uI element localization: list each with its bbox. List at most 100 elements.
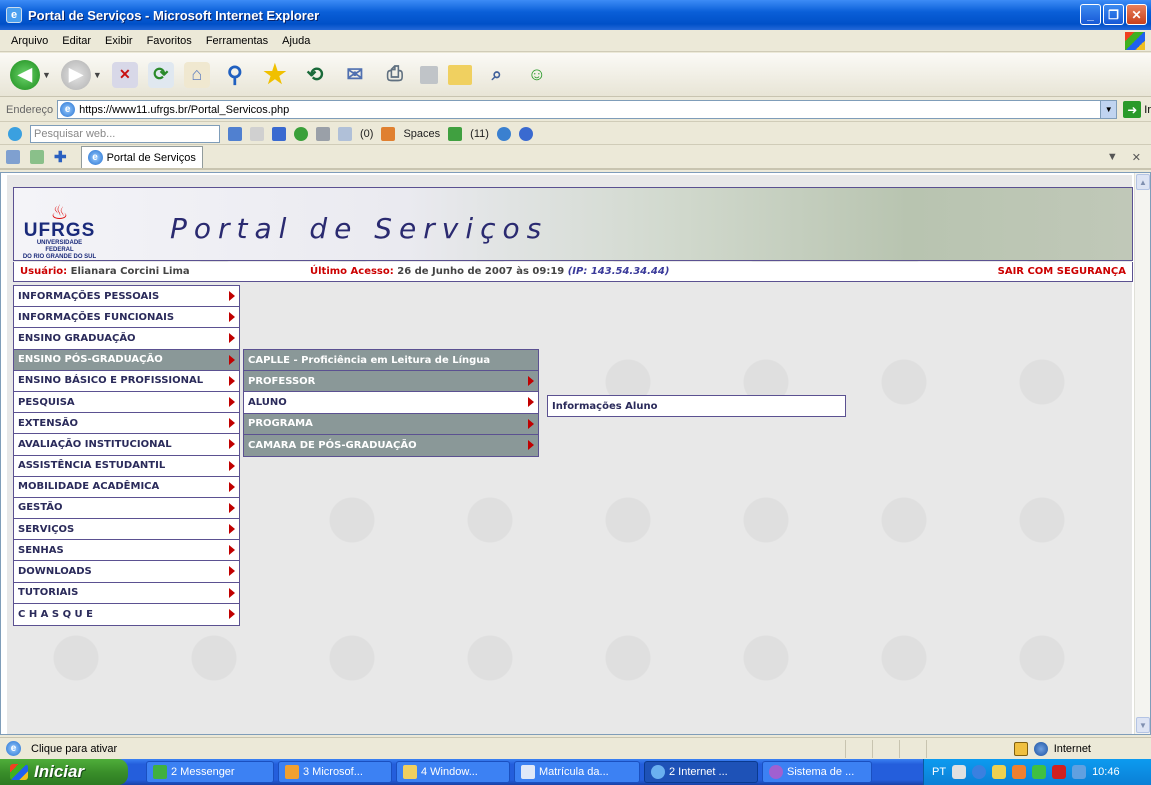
scroll-up-icon[interactable]: ▲: [1136, 174, 1150, 190]
mail-counter[interactable]: (0): [360, 128, 373, 140]
highlight-icon[interactable]: [250, 126, 264, 141]
submenu-item-camara[interactable]: CAMARA DE PÓS-GRADUAÇÃO: [244, 434, 538, 456]
menu-item-ensino-pos-graduacao[interactable]: ENSINO PÓS-GRADUAÇÃO: [14, 349, 239, 371]
mail-tray-icon[interactable]: [992, 765, 1007, 779]
task-windows[interactable]: 4 Window...: [396, 761, 510, 783]
window-titlebar[interactable]: e Portal de Serviços - Microsoft Interne…: [0, 0, 1151, 30]
research-button[interactable]: ⌕: [482, 60, 512, 90]
page-content: ♨ UFRGS UNIVERSIDADE FEDERAL DO RIO GRAN…: [0, 172, 1151, 735]
menu-item-extensao[interactable]: EXTENSÃO: [14, 413, 239, 435]
contacts-counter[interactable]: (11): [470, 128, 489, 140]
menu-exibir[interactable]: Exibir: [98, 35, 140, 47]
msn-icon[interactable]: [8, 126, 22, 141]
ufrgs-logo[interactable]: ♨ UFRGS UNIVERSIDADE FEDERAL DO RIO GRAN…: [22, 203, 97, 260]
new-tab-icon[interactable]: ✚: [54, 148, 67, 166]
submenu-item-programa[interactable]: PROGRAMA: [244, 413, 538, 435]
menu-item-servicos[interactable]: SERVIÇOS: [14, 519, 239, 541]
submenu-item-informacoes-aluno[interactable]: Informações Aluno: [548, 396, 845, 417]
menu-item-avaliacao-institucional[interactable]: AVALIAÇÃO INSTITUCIONAL: [14, 434, 239, 456]
menu-item-gestao[interactable]: GESTÃO: [14, 498, 239, 520]
volume-icon[interactable]: [1072, 765, 1087, 779]
keyboard-icon[interactable]: [952, 765, 967, 779]
web-search-input[interactable]: Pesquisar web...: [30, 124, 220, 143]
office-tray-icon[interactable]: [1012, 765, 1027, 779]
menu-item-mobilidade-academica[interactable]: MOBILIDADE ACADÊMICA: [14, 477, 239, 498]
submenu-item-professor[interactable]: PROFESSOR: [244, 371, 538, 393]
contacts-icon[interactable]: [448, 126, 463, 141]
task-messenger[interactable]: 2 Messenger: [146, 761, 274, 783]
mail-counter-icon[interactable]: [338, 126, 352, 141]
menu-item-informacoes-pessoais[interactable]: INFORMAÇÕES PESSOAIS: [14, 286, 239, 308]
menu-item-ensino-graduacao[interactable]: ENSINO GRADUAÇÃO: [14, 328, 239, 350]
menu-ajuda[interactable]: Ajuda: [275, 35, 317, 47]
refresh-button[interactable]: ⟳: [147, 61, 174, 88]
language-indicator[interactable]: PT: [932, 766, 946, 778]
lock-icon[interactable]: [1013, 741, 1028, 756]
task-internet[interactable]: 2 Internet ...: [644, 761, 758, 783]
menu-item-informacoes-funcionais[interactable]: INFORMAÇÕES FUNCIONAIS: [14, 307, 239, 329]
messenger-button[interactable]: ☺: [522, 60, 552, 90]
start-button[interactable]: Iniciar: [0, 759, 128, 785]
menu-item-senhas[interactable]: SENHAS: [14, 540, 239, 562]
tab-close-icon[interactable]: ✕: [1132, 151, 1141, 164]
forward-dropdown-icon[interactable]: ▼: [93, 70, 102, 80]
ie-icon: e: [6, 7, 22, 23]
menu-item-tutoriais[interactable]: TUTORIAIS: [14, 583, 239, 604]
tab-portal-servicos[interactable]: e Portal de Serviços: [80, 146, 203, 168]
print-button[interactable]: ⎙: [380, 60, 410, 90]
menu-item-chasque[interactable]: C H A S Q U E: [14, 604, 239, 625]
rss-icon[interactable]: [316, 126, 330, 141]
menu-editar[interactable]: Editar: [55, 35, 98, 47]
search-button[interactable]: ⚲: [220, 60, 250, 90]
add-icon[interactable]: [294, 126, 308, 141]
menu-item-downloads[interactable]: DOWNLOADS: [14, 561, 239, 583]
history-button[interactable]: ⟲: [300, 60, 330, 90]
windows-logo-icon: [1125, 32, 1145, 50]
butterfly-icon[interactable]: [272, 126, 286, 141]
clock: 10:46: [1092, 766, 1120, 778]
menu-ferramentas[interactable]: Ferramentas: [199, 35, 275, 47]
forward-button[interactable]: ▶: [60, 59, 91, 90]
search-go-icon[interactable]: [228, 126, 242, 141]
folder-button[interactable]: [447, 64, 472, 85]
spaces-button[interactable]: Spaces: [403, 128, 440, 140]
address-url[interactable]: https://www11.ufrgs.br/Portal_Servicos.p…: [79, 104, 289, 116]
menu-arquivo[interactable]: Arquivo: [4, 35, 55, 47]
tab-list-icon[interactable]: ▼: [1107, 151, 1118, 163]
maximize-button[interactable]: ❐: [1103, 4, 1124, 25]
task-sistema[interactable]: Sistema de ...: [762, 761, 872, 783]
edit-button[interactable]: [419, 65, 438, 84]
mail-button[interactable]: ✉: [340, 60, 370, 90]
menu-item-assistencia-estudantil[interactable]: ASSISTÊNCIA ESTUDANTIL: [14, 456, 239, 477]
help-icon[interactable]: [518, 126, 533, 141]
menu-item-ensino-basico[interactable]: ENSINO BÁSICO E PROFISSIONAL: [14, 371, 239, 392]
vertical-scrollbar[interactable]: ▲ ▼: [1134, 173, 1150, 734]
go-button[interactable]: ➜ Ir: [1123, 101, 1151, 118]
messenger-tray-icon[interactable]: [1032, 765, 1047, 779]
task-matricula[interactable]: Matrícula da...: [514, 761, 640, 783]
address-input[interactable]: e https://www11.ufrgs.br/Portal_Servicos…: [57, 100, 1118, 119]
address-dropdown-icon[interactable]: ▼: [1100, 101, 1117, 118]
back-button[interactable]: ◀: [10, 59, 40, 90]
minimize-button[interactable]: _: [1080, 4, 1101, 25]
logout-link[interactable]: SAIR COM SEGURANÇA: [998, 266, 1126, 277]
status-page-icon: e: [6, 741, 21, 756]
favorites-center-icon[interactable]: [6, 150, 20, 164]
back-dropdown-icon[interactable]: ▼: [42, 70, 51, 80]
antivirus-icon[interactable]: [1052, 765, 1067, 779]
network-icon[interactable]: [972, 765, 987, 779]
add-favorites-icon[interactable]: [30, 150, 44, 164]
people-icon[interactable]: [496, 126, 511, 141]
spaces-icon[interactable]: [381, 126, 396, 141]
home-button[interactable]: ⌂: [183, 61, 210, 88]
stop-button[interactable]: ✕: [111, 61, 138, 88]
submenu-item-capple[interactable]: CAPLLE - Proficiência em Leitura de Líng…: [244, 350, 538, 372]
submenu-item-aluno[interactable]: ALUNO: [244, 392, 538, 414]
menu-item-pesquisa[interactable]: PESQUISA: [14, 392, 239, 414]
favorites-button[interactable]: ★: [260, 59, 290, 90]
scroll-down-icon[interactable]: ▼: [1136, 717, 1150, 733]
submenu-aluno: Informações Aluno: [547, 395, 846, 417]
task-microsoft[interactable]: 3 Microsof...: [278, 761, 392, 783]
menu-favoritos[interactable]: Favoritos: [140, 35, 199, 47]
close-button[interactable]: ✕: [1126, 4, 1147, 25]
